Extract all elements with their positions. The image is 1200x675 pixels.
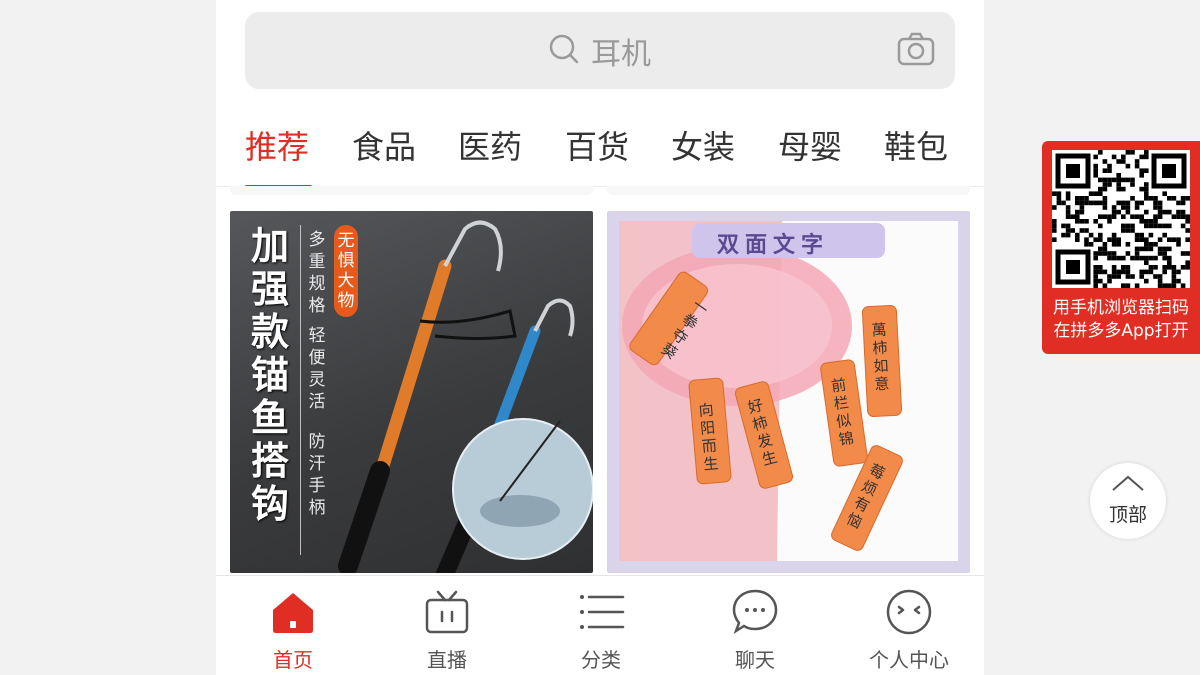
qr-code — [1052, 150, 1190, 288]
tab-womens-clothing[interactable]: 女装 — [671, 122, 735, 168]
nav-label: 首页 — [273, 648, 313, 672]
chevron-up-icon — [1112, 475, 1144, 491]
keychain-product-photo — [619, 221, 958, 561]
product-card[interactable]: 加强款锚鱼搭钩 多重规格 轻便灵活 防汗手柄 无惧大物 — [230, 211, 593, 573]
tab-general-goods[interactable]: 百货 — [565, 122, 629, 168]
tab-mother-baby[interactable]: 母婴 — [778, 122, 842, 168]
nav-live[interactable]: 直播 — [370, 576, 524, 675]
fishing-gaff-illustration — [338, 220, 593, 573]
previous-card-bottom — [607, 186, 970, 195]
search-input[interactable]: 耳机 — [591, 29, 651, 73]
chat-bubble-icon — [732, 589, 778, 635]
mobile-page: 耳机 推荐 食品 医药 百货 女装 母婴 鞋包 加强款锚鱼搭钩 多重规格 轻便灵… — [216, 0, 984, 675]
nav-label: 分类 — [581, 648, 621, 672]
search-icon — [549, 34, 579, 68]
product-image-title: 双面文字 — [717, 233, 830, 258]
category-tabs: 推荐 食品 医药 百货 女装 母婴 鞋包 — [216, 104, 984, 188]
list-icon — [580, 595, 625, 629]
tab-medicine[interactable]: 医药 — [458, 122, 522, 168]
nav-categories[interactable]: 分类 — [524, 576, 678, 675]
tab-shoes-bags[interactable]: 鞋包 — [884, 122, 948, 168]
tab-food[interactable]: 食品 — [352, 122, 416, 168]
nav-label: 个人中心 — [869, 648, 949, 672]
nav-label: 直播 — [427, 648, 467, 672]
qr-line-1: 用手机浏览器扫码 — [1053, 298, 1189, 318]
bottom-nav: 首页 直播 分类 聊天 个人中心 — [216, 575, 984, 675]
nav-label: 聊天 — [735, 648, 775, 672]
tab-recommend[interactable]: 推荐 — [245, 122, 309, 168]
nav-home[interactable]: 首页 — [216, 576, 370, 675]
qr-instructions: 用手机浏览器扫码 在拼多多App打开 — [1042, 297, 1200, 343]
back-to-top-label: 顶部 — [1108, 504, 1147, 526]
nav-profile[interactable]: 个人中心 — [832, 576, 984, 675]
qr-line-2: 在拼多多App打开 — [1053, 321, 1189, 341]
back-to-top-button[interactable]: 顶部 — [1090, 463, 1166, 539]
tag-text: 萬柿如意 — [871, 320, 890, 394]
face-icon — [886, 589, 932, 635]
nav-chat[interactable]: 聊天 — [678, 576, 832, 675]
tv-icon — [425, 590, 469, 634]
previous-card-bottom — [230, 186, 593, 195]
search-center: 耳机 — [245, 12, 955, 89]
product-card[interactable]: 双面文字 一拳夺葵 向阳而生 好柿发生 前栏似锦 萬柿如意 莓烦有恼 — [607, 211, 970, 573]
camera-icon[interactable] — [897, 32, 935, 70]
search-bar[interactable]: 耳机 — [245, 12, 955, 89]
qr-code-panel: 用手机浏览器扫码 在拼多多App打开 — [1042, 141, 1200, 354]
home-icon — [273, 593, 313, 633]
